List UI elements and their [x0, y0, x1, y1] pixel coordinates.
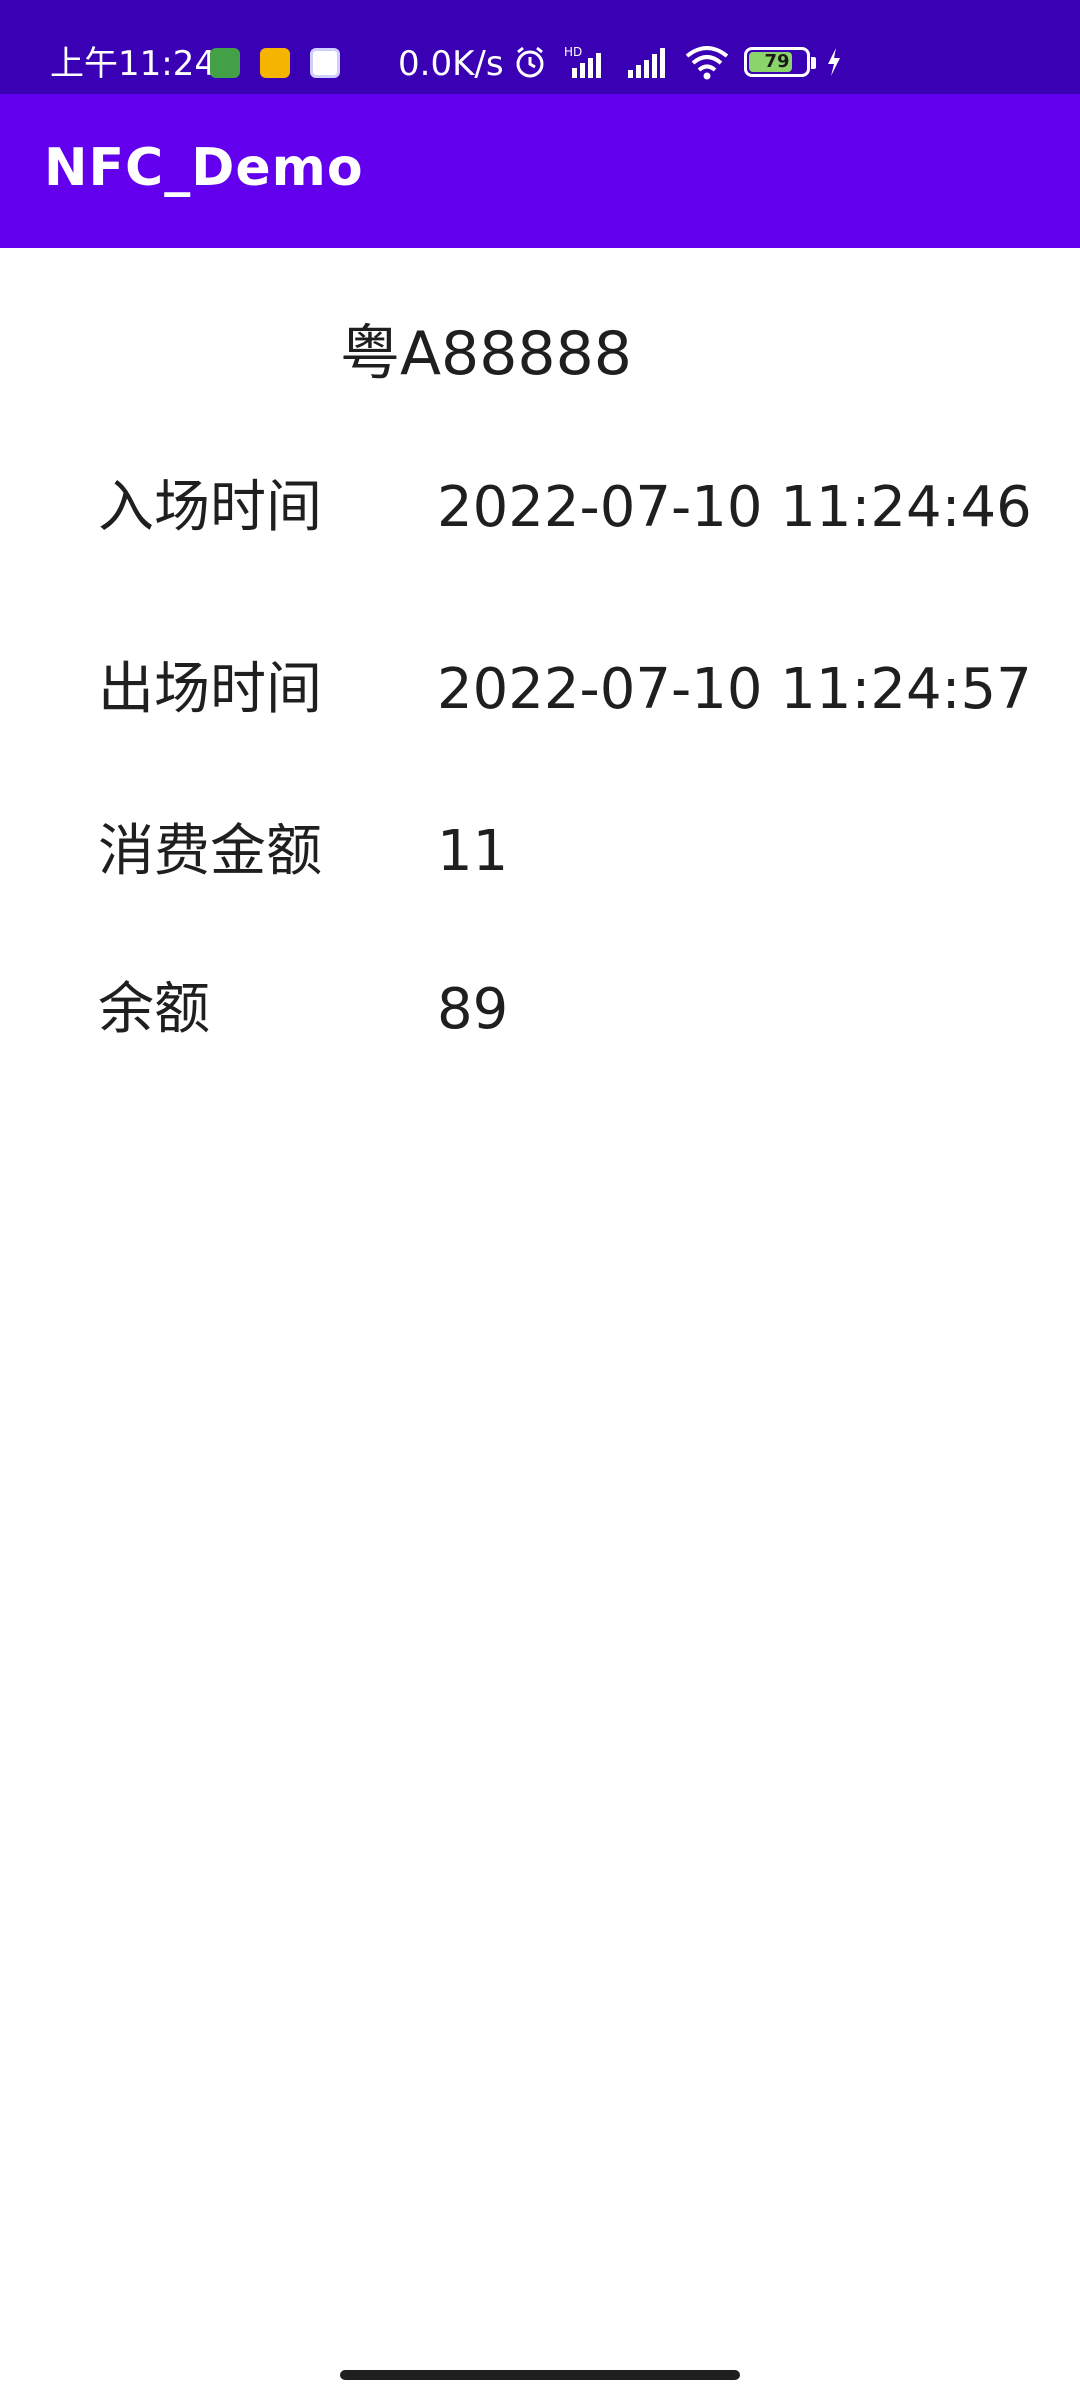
green-app-icon	[210, 48, 240, 78]
battery-icon: 79	[744, 47, 816, 77]
signal-icon	[628, 48, 665, 78]
fee-label: 消费金额	[98, 819, 322, 884]
alarm-icon	[516, 46, 544, 78]
hd-signal-icon: HD	[564, 45, 601, 78]
battery-level: 79	[764, 51, 790, 72]
fee-row: 消费金额 11	[0, 812, 1080, 892]
balance-value: 89	[437, 977, 509, 1042]
entry-time-label: 入场时间	[98, 475, 322, 540]
svg-text:HD: HD	[564, 45, 582, 59]
balance-label: 余额	[98, 977, 210, 1042]
exit-time-value: 2022-07-10 11:24:57	[437, 657, 1032, 722]
fee-value: 11	[437, 819, 509, 884]
exit-time-label: 出场时间	[98, 657, 322, 722]
status-time: 上午11:24	[50, 44, 216, 84]
wifi-icon	[685, 46, 729, 80]
notification-icons	[210, 48, 340, 78]
entry-time-value: 2022-07-10 11:24:46	[437, 475, 1032, 540]
license-plate: 粤A88888	[340, 319, 632, 389]
status-bar: 上午11:24 0.0K/s HD 79	[0, 0, 1080, 94]
balance-row: 余额 89	[0, 970, 1080, 1050]
home-indicator[interactable]	[340, 2370, 740, 2380]
charging-icon	[828, 48, 840, 76]
exit-time-row: 出场时间 2022-07-10 11:24:57	[0, 650, 1080, 730]
purple-app-icon	[310, 48, 340, 78]
entry-time-row: 入场时间 2022-07-10 11:24:46	[0, 468, 1080, 548]
system-icons: HD 79	[512, 44, 844, 80]
net-speed: 0.0K/s	[398, 44, 504, 84]
app-title: NFC_Demo	[44, 138, 364, 198]
orange-app-icon	[260, 48, 290, 78]
app-bar: NFC_Demo	[0, 94, 1080, 248]
